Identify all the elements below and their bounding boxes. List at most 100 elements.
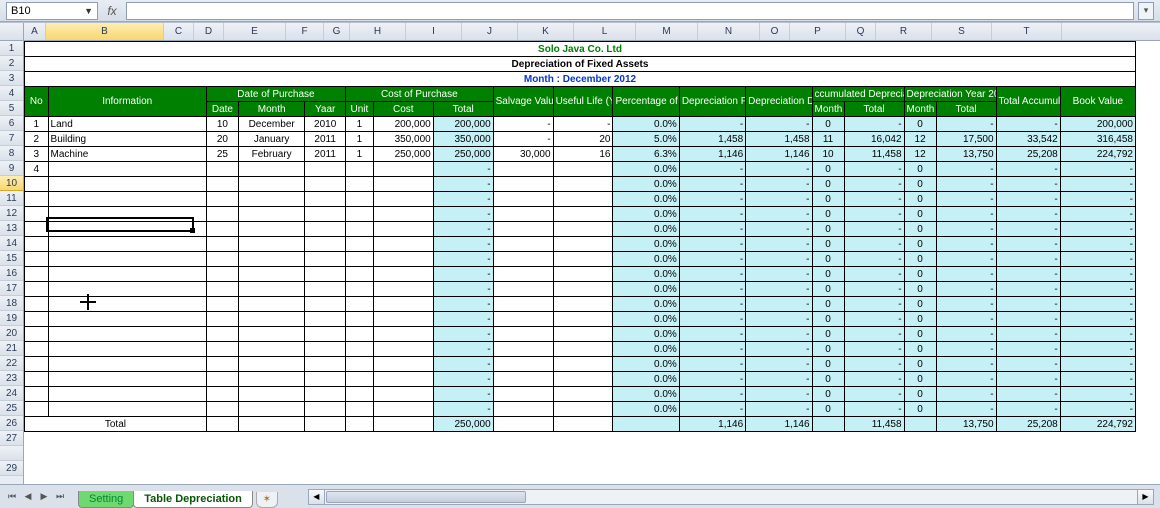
h-a2011[interactable]: ccumulated Depreciati up to Year 2011 (812, 87, 904, 102)
col-head-B[interactable]: B (46, 23, 164, 40)
tab-prev-icon[interactable]: ◀ (20, 489, 36, 505)
col-head-E[interactable]: E (224, 23, 286, 40)
col-head-I[interactable]: I (406, 23, 462, 40)
h-tacc[interactable]: Total Accumulated (996, 87, 1060, 117)
hscroll-right-icon[interactable]: ▶ (1137, 490, 1153, 504)
row-head-27[interactable]: 27 (0, 431, 23, 446)
h-cost[interactable]: Cost (373, 102, 433, 117)
h-d2012[interactable]: Depreciation Year 2012 (904, 87, 996, 102)
row-head-17[interactable]: 17 (0, 281, 23, 296)
row-head-18[interactable]: 18 (0, 296, 23, 311)
row-head-13[interactable]: 13 (0, 221, 23, 236)
col-head-Q[interactable]: Q (846, 23, 876, 40)
row-head-25[interactable]: 25 (0, 401, 23, 416)
row-head-2[interactable]: 2 (0, 56, 23, 71)
formula-input[interactable] (126, 2, 1134, 20)
col-head-H[interactable]: H (350, 23, 406, 40)
col-head-D[interactable]: D (194, 23, 224, 40)
row-head-9[interactable]: 9 (0, 161, 23, 176)
col-head-M[interactable]: M (636, 23, 698, 40)
cells-layer[interactable]: Solo Java Co. LtdDepreciation of Fixed A… (24, 41, 1160, 432)
row-head-23[interactable]: 23 (0, 371, 23, 386)
h-no[interactable]: No (25, 87, 49, 117)
col-head-T[interactable]: T (992, 23, 1062, 40)
row-head-11[interactable]: 11 (0, 191, 23, 206)
h-salvage[interactable]: Salvage Value (493, 87, 553, 117)
name-box-dropdown-icon[interactable]: ▼ (84, 6, 93, 16)
row-head-24[interactable]: 24 (0, 386, 23, 401)
h-cop[interactable]: Cost of Purchase (345, 87, 493, 102)
row-head-12[interactable]: 12 (0, 206, 23, 221)
h-amT[interactable]: Total (844, 102, 904, 117)
row-head-20[interactable]: 20 (0, 326, 23, 341)
row-head-1[interactable]: 1 (0, 41, 23, 56)
h-dyT[interactable]: Total (936, 102, 996, 117)
row-head-5[interactable]: 5 (0, 101, 23, 116)
h-bv[interactable]: Book Value (1060, 87, 1135, 117)
col-head-A[interactable]: A (24, 23, 46, 40)
fx-button[interactable]: fx (102, 2, 122, 20)
row-head-4[interactable]: 4 (0, 86, 23, 101)
col-head-G[interactable]: G (324, 23, 350, 40)
formula-bar: B10 ▼ fx ▾ (0, 0, 1160, 22)
row-head-29[interactable]: 29 (0, 461, 23, 476)
h-date[interactable]: Date (206, 102, 238, 117)
h-month[interactable]: Month (238, 102, 304, 117)
row-head-15[interactable]: 15 (0, 251, 23, 266)
h-amM[interactable]: Month (812, 102, 844, 117)
h-unit[interactable]: Unit (345, 102, 373, 117)
tab-next-icon[interactable]: ▶ (36, 489, 52, 505)
row-head-7[interactable]: 7 (0, 131, 23, 146)
col-head-C[interactable]: C (164, 23, 194, 40)
col-head-N[interactable]: N (698, 23, 760, 40)
h-pct[interactable]: Percentage of Depreciation Per Year (613, 87, 679, 117)
row-head-16[interactable]: 16 (0, 266, 23, 281)
name-box[interactable]: B10 ▼ (6, 2, 98, 20)
row-head-19[interactable]: 19 (0, 311, 23, 326)
col-head-O[interactable]: O (760, 23, 790, 40)
col-head-F[interactable]: F (286, 23, 324, 40)
h-info[interactable]: Information (48, 87, 206, 117)
row-head-10[interactable]: 10 (0, 176, 23, 191)
col-head-J[interactable]: J (462, 23, 518, 40)
hscroll-left-icon[interactable]: ◀ (309, 490, 325, 504)
row-head-3[interactable]: 3 (0, 71, 23, 86)
tabs: Setting Table Depreciation ✶ (78, 486, 278, 508)
h-dyM[interactable]: Month (904, 102, 936, 117)
h-life[interactable]: Useful Life (Years) (553, 87, 613, 117)
tab-last-icon[interactable]: ⏭ (52, 489, 68, 505)
column-headers: ABCDEFGHIJKLMNOPQRST (24, 23, 1160, 41)
row-head-6[interactable]: 6 (0, 116, 23, 131)
row-head-21[interactable]: 21 (0, 341, 23, 356)
hscrollbar[interactable]: ◀ ▶ (308, 489, 1154, 505)
row-head-22[interactable]: 22 (0, 356, 23, 371)
col-head-L[interactable]: L (574, 23, 636, 40)
company-title: Solo Java Co. Ltd (25, 42, 1136, 57)
row-head-[interactable] (0, 446, 23, 461)
tab-add-icon[interactable]: ✶ (256, 492, 278, 508)
row-head-8[interactable]: 8 (0, 146, 23, 161)
row-head-14[interactable]: 14 (0, 236, 23, 251)
sheet-area: 1234567891011121314151617181920212223242… (0, 22, 1160, 484)
tab-first-icon[interactable]: ⏮ (4, 489, 20, 505)
h-year[interactable]: Yaar (305, 102, 346, 117)
subtitle: Depreciation of Fixed Assets (25, 57, 1136, 72)
h-depd[interactable]: Depreciation Dec-2012 (746, 87, 812, 117)
row-head-26[interactable]: 26 (0, 416, 23, 431)
col-head-S[interactable]: S (932, 23, 992, 40)
h-depm[interactable]: Depreciation Per Month (679, 87, 745, 117)
col-head-P[interactable]: P (790, 23, 846, 40)
tab-setting[interactable]: Setting (78, 491, 134, 508)
grid[interactable]: ABCDEFGHIJKLMNOPQRST Solo Java Co. LtdDe… (24, 23, 1160, 484)
tab-table-depreciation[interactable]: Table Depreciation (133, 491, 253, 508)
col-head-K[interactable]: K (518, 23, 574, 40)
month-title: Month : December 2012 (25, 72, 1136, 87)
total-label[interactable]: Total (25, 417, 207, 432)
hscroll-thumb[interactable] (326, 491, 526, 503)
col-head-R[interactable]: R (876, 23, 932, 40)
formula-expand-icon[interactable]: ▾ (1138, 2, 1154, 20)
sheet-tab-strip: ⏮ ◀ ▶ ⏭ Setting Table Depreciation ✶ ◀ ▶ (0, 484, 1160, 508)
h-total[interactable]: Total (433, 102, 493, 117)
select-all-corner[interactable] (0, 23, 23, 41)
h-dop[interactable]: Date of Purchase (206, 87, 345, 102)
